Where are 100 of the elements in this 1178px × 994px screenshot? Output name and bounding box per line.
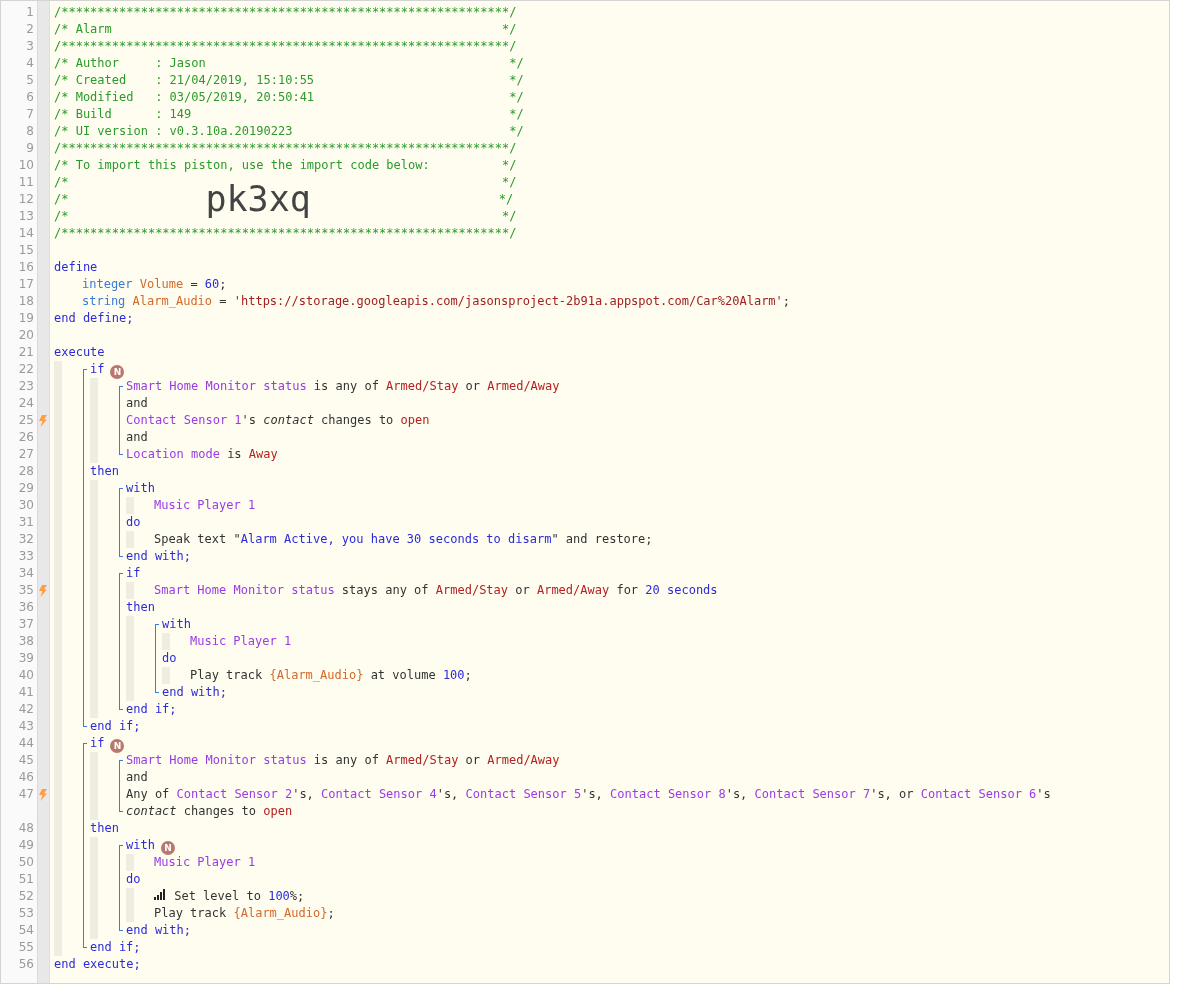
- code-line: then: [90, 463, 119, 480]
- code-line: /**************************************************************/: [54, 38, 517, 55]
- line-number: 30: [17, 497, 35, 514]
- code-line: and: [126, 769, 148, 786]
- code-line: Smart Home Monitor status is any of Armed/Stay or Armed/Away: [126, 752, 560, 769]
- line-number: 53: [17, 905, 35, 922]
- code-line: /* Modified : 03/05/2019, 20:50:41 */: [54, 89, 524, 106]
- code-line: if: [126, 565, 141, 582]
- line-number: 13: [17, 208, 35, 225]
- line-number: 50: [17, 854, 35, 871]
- code-line: /* To import this piston, use the import code below: */: [54, 157, 517, 174]
- code-line: do: [126, 514, 141, 531]
- code-line: Speak text "Alarm Active, you have 30 seconds to disarm" and restore;: [154, 531, 653, 548]
- line-number: 46: [17, 769, 35, 786]
- code-line: Contact Sensor 1's contact changes to open: [126, 412, 430, 429]
- code-line: then: [90, 820, 119, 837]
- line-number: 42: [17, 701, 35, 718]
- line-number: 49: [17, 837, 35, 854]
- code-line: with: [162, 616, 191, 633]
- code-line: /**************************************************************/: [54, 140, 517, 157]
- code-line: if N: [90, 361, 125, 379]
- code-line: /* Alarm */: [54, 21, 517, 38]
- line-number: 56: [17, 956, 35, 973]
- line-number: 21: [17, 344, 35, 361]
- line-number: 52: [17, 888, 35, 905]
- code-line: Smart Home Monitor status stays any of Armed/Stay or Armed/Away for 20 seconds: [154, 582, 718, 599]
- line-number: 5: [25, 72, 35, 89]
- line-number: 51: [17, 871, 35, 888]
- status-badge: N: [110, 739, 125, 753]
- code-line: Location mode is Away: [126, 446, 278, 463]
- code-line: end if;: [90, 939, 141, 956]
- line-number: 45: [17, 752, 35, 769]
- code-line: /**************************************************************/: [54, 4, 517, 21]
- code-line: /* UI version : v0.3.10a.20190223 */: [54, 123, 524, 140]
- line-number: 41: [17, 684, 35, 701]
- code-line: do: [162, 650, 177, 667]
- line-number: 1: [25, 4, 35, 21]
- code-line: Music Player 1: [154, 854, 256, 871]
- code-line: with N: [126, 837, 175, 855]
- code-line: end with;: [162, 684, 228, 701]
- line-number: 4: [25, 55, 35, 72]
- code-line: Smart Home Monitor status is any of Armed/Stay or Armed/Away: [126, 378, 560, 395]
- status-badge: N: [160, 841, 175, 855]
- code-line: /* Build : 149 */: [54, 106, 524, 123]
- code-line: Music Player 1: [154, 497, 256, 514]
- code-line: then: [126, 599, 155, 616]
- code-line: end if;: [90, 718, 141, 735]
- line-number: 20: [17, 327, 35, 344]
- line-number: 16: [17, 259, 35, 276]
- code-line: do: [126, 871, 141, 888]
- signal-bars-icon: [154, 889, 166, 900]
- line-number: 34: [17, 565, 35, 582]
- code-line: and: [126, 395, 148, 412]
- line-number: 48: [17, 820, 35, 837]
- block-bracket: [119, 386, 123, 455]
- code-line: and: [126, 429, 148, 446]
- code-line: /**************************************************************/: [54, 225, 517, 242]
- line-number: 9: [25, 140, 35, 157]
- line-number: 3: [25, 38, 35, 55]
- line-number: 14: [17, 225, 35, 242]
- line-number: 11: [17, 174, 35, 191]
- code-line: Any of Contact Sensor 2's, Contact Sensor 4's, Contact Sensor 5's, Contact Sensor 8's, Contact Sensor 7's, or Contact Sensor 6's contact changes to open: [126, 786, 1051, 820]
- code-line: execute: [54, 344, 105, 361]
- code-line: /* Created : 21/04/2019, 15:10:55 */: [54, 72, 524, 89]
- code-line: integer Volume = 60;: [82, 276, 227, 293]
- line-number: 36: [17, 599, 35, 616]
- line-number: 37: [17, 616, 35, 633]
- code-line: if N: [90, 735, 125, 753]
- line-number: 7: [25, 106, 35, 123]
- line-number: 15: [17, 242, 35, 259]
- code-line: end define;: [54, 310, 134, 327]
- line-number: 27: [17, 446, 35, 463]
- status-badge: N: [110, 365, 125, 379]
- code-line: end if;: [126, 701, 177, 718]
- line-number: 8: [25, 123, 35, 140]
- line-number: 28: [17, 463, 35, 480]
- line-number: 47: [17, 786, 35, 803]
- code-line: end with;: [126, 548, 192, 565]
- line-number: 19: [17, 310, 35, 327]
- code-line: /* Author : Jason */: [54, 55, 524, 72]
- line-number: 24: [17, 395, 35, 412]
- line-number: 17: [17, 276, 35, 293]
- line-number: 33: [17, 548, 35, 565]
- block-bracket: [119, 760, 123, 812]
- line-number: 38: [17, 633, 35, 650]
- line-number: 31: [17, 514, 35, 531]
- code-line: Set level to 100%;: [154, 888, 305, 905]
- code-line: string Alarm_Audio = 'https://storage.googleapis.com/jasonsproject-2b91a.appspot.com/Car%20Alarm';: [82, 293, 791, 310]
- line-number: 54: [17, 922, 35, 939]
- line-number: 35: [17, 582, 35, 599]
- line-number: 6: [25, 89, 35, 106]
- code-line: with: [126, 480, 155, 497]
- line-number: 2: [25, 21, 35, 38]
- line-number: 43: [17, 718, 35, 735]
- line-number: 23: [17, 378, 35, 395]
- line-number: 44: [17, 735, 35, 752]
- line-number: 10: [17, 157, 35, 174]
- code-line: Play track {Alarm_Audio} at volume 100;: [190, 667, 472, 684]
- code-line: end with;: [126, 922, 192, 939]
- code-line: end execute;: [54, 956, 141, 973]
